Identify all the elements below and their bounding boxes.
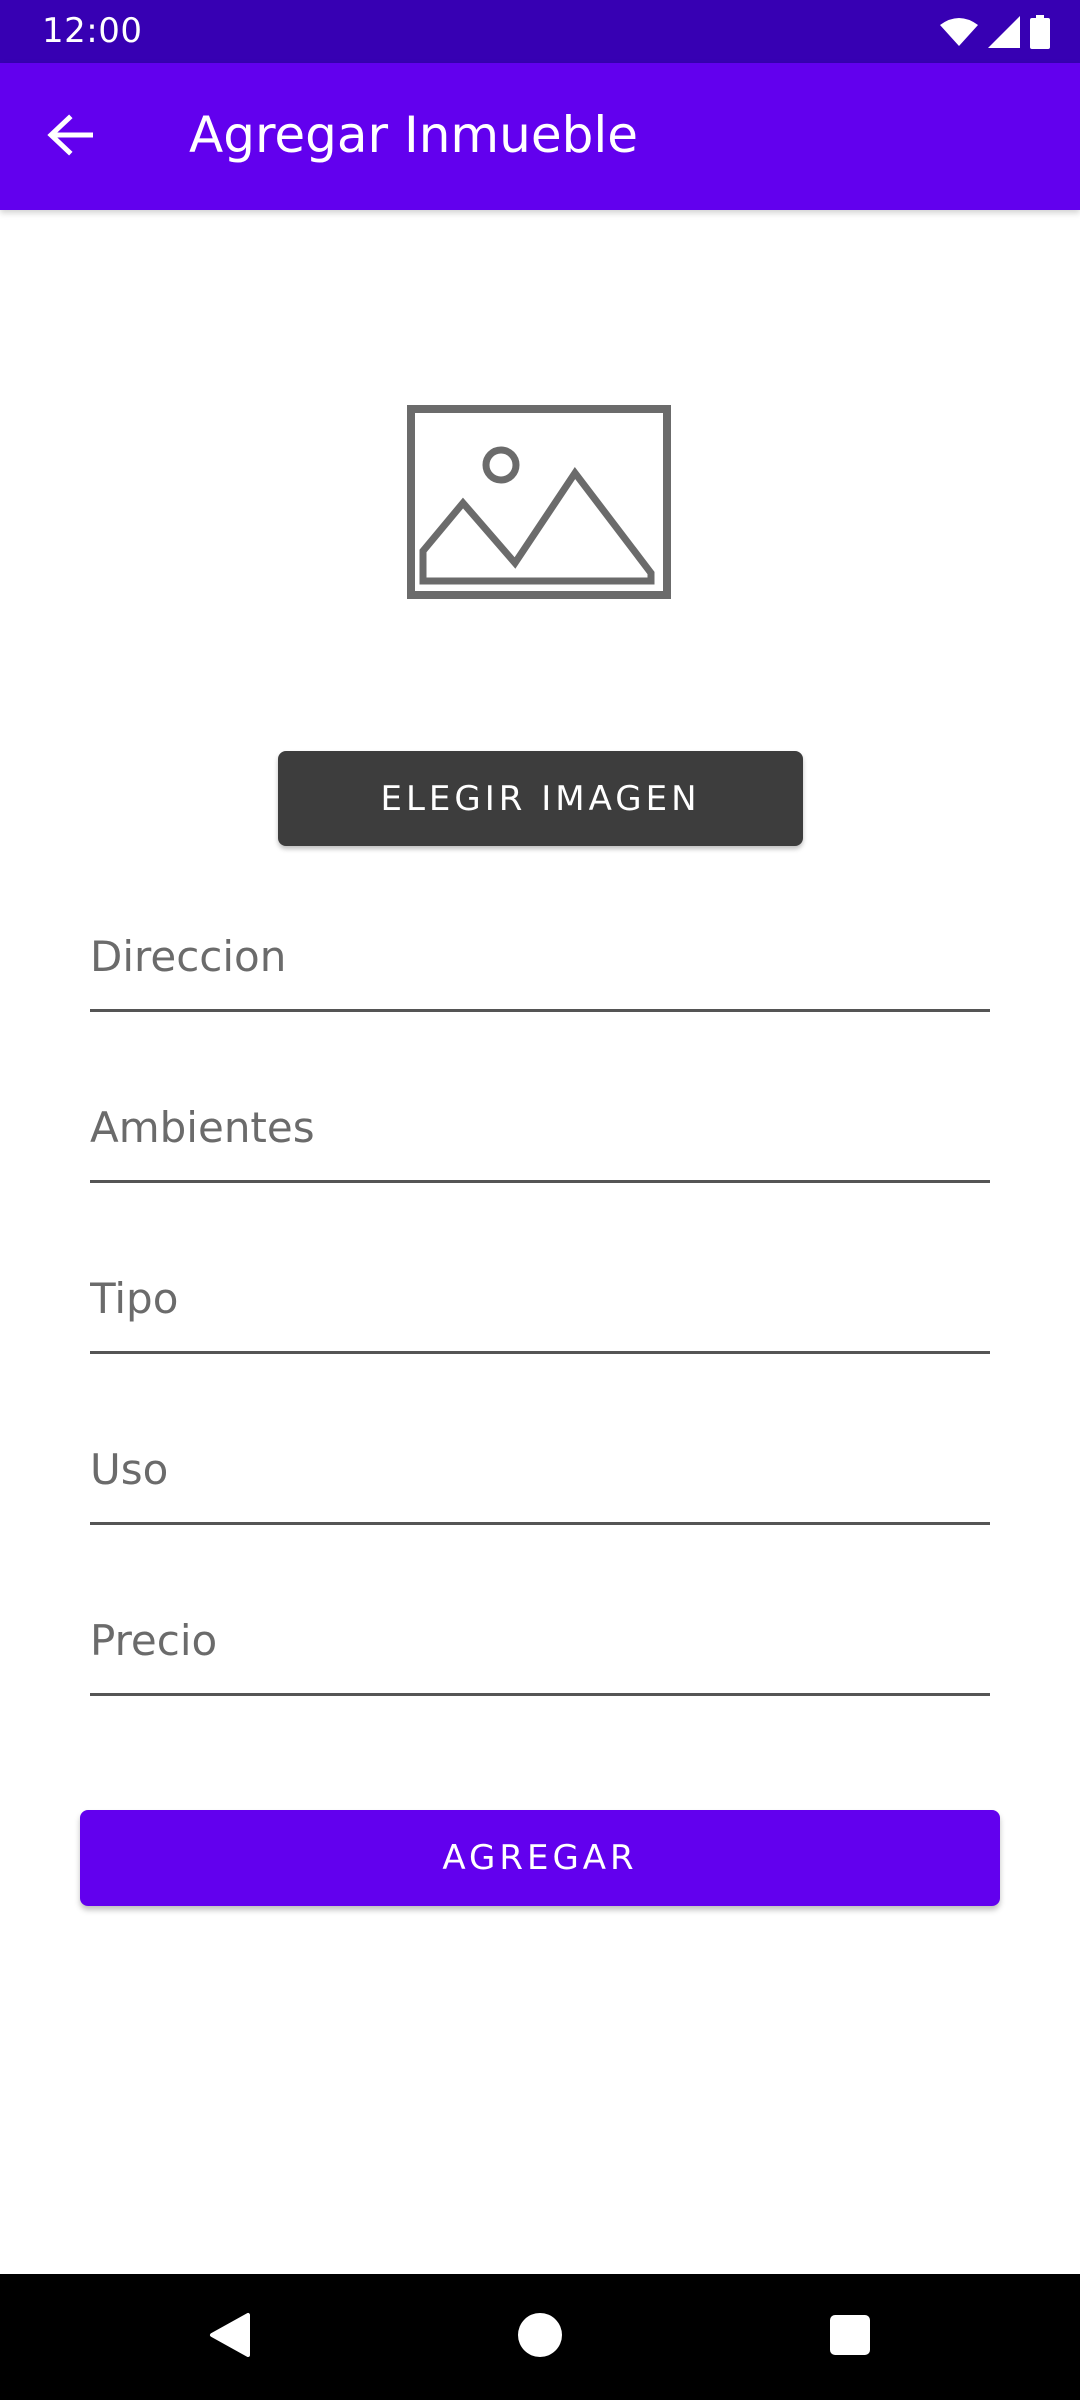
add-button[interactable]: AGREGAR bbox=[80, 1810, 1000, 1906]
nav-recents-icon bbox=[830, 2315, 870, 2359]
choose-image-button[interactable]: ELEGIR IMAGEN bbox=[278, 751, 803, 846]
ambientes-field[interactable] bbox=[90, 1087, 990, 1183]
back-button[interactable] bbox=[30, 101, 110, 173]
status-time: 12:00 bbox=[42, 11, 143, 51]
precio-field-container bbox=[90, 1600, 990, 1696]
page-title: Agregar Inmueble bbox=[189, 106, 638, 164]
app-bar: Agregar Inmueble bbox=[0, 63, 1080, 210]
image-placeholder-icon bbox=[405, 403, 675, 607]
precio-field[interactable] bbox=[90, 1600, 990, 1696]
direccion-field-container bbox=[90, 916, 990, 1012]
tipo-field-container bbox=[90, 1258, 990, 1354]
ambientes-field-container bbox=[90, 1087, 990, 1183]
uso-field[interactable] bbox=[90, 1429, 990, 1525]
uso-field-container bbox=[90, 1429, 990, 1525]
arrow-back-icon bbox=[47, 114, 94, 160]
cellular-signal-icon bbox=[988, 16, 1020, 48]
battery-icon bbox=[1030, 15, 1050, 49]
tipo-field[interactable] bbox=[90, 1258, 990, 1354]
nav-back-button[interactable] bbox=[180, 2292, 280, 2382]
nav-recents-button[interactable] bbox=[800, 2292, 900, 2382]
status-icons bbox=[940, 11, 1050, 53]
status-bar: 12:00 bbox=[0, 0, 1080, 63]
image-preview bbox=[360, 330, 720, 680]
nav-home-icon bbox=[517, 2312, 563, 2362]
wifi-icon bbox=[940, 17, 978, 47]
navigation-bar bbox=[0, 2274, 1080, 2400]
direccion-field[interactable] bbox=[90, 916, 990, 1012]
nav-back-icon bbox=[208, 2311, 252, 2363]
nav-home-button[interactable] bbox=[490, 2292, 590, 2382]
